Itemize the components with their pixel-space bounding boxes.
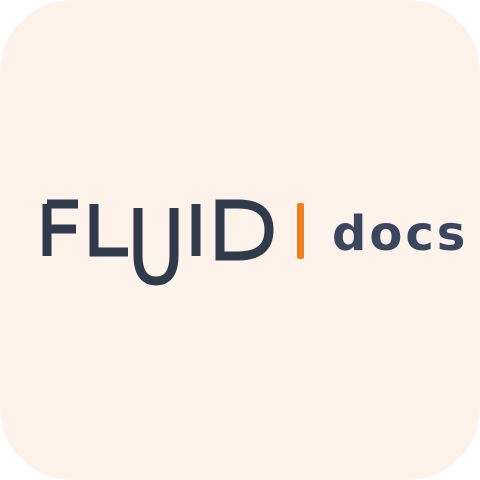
- letter-u: [133, 208, 179, 286]
- docs-label: docs: [332, 206, 468, 262]
- fluid-wordmark: [42, 199, 274, 286]
- fluid-docs-logo: docs: [42, 199, 468, 286]
- app-icon: docs: [0, 0, 480, 480]
- divider-bar: [297, 203, 304, 259]
- letter-f: [42, 199, 78, 256]
- letter-d: [215, 199, 274, 261]
- letter-l: [89, 204, 128, 257]
